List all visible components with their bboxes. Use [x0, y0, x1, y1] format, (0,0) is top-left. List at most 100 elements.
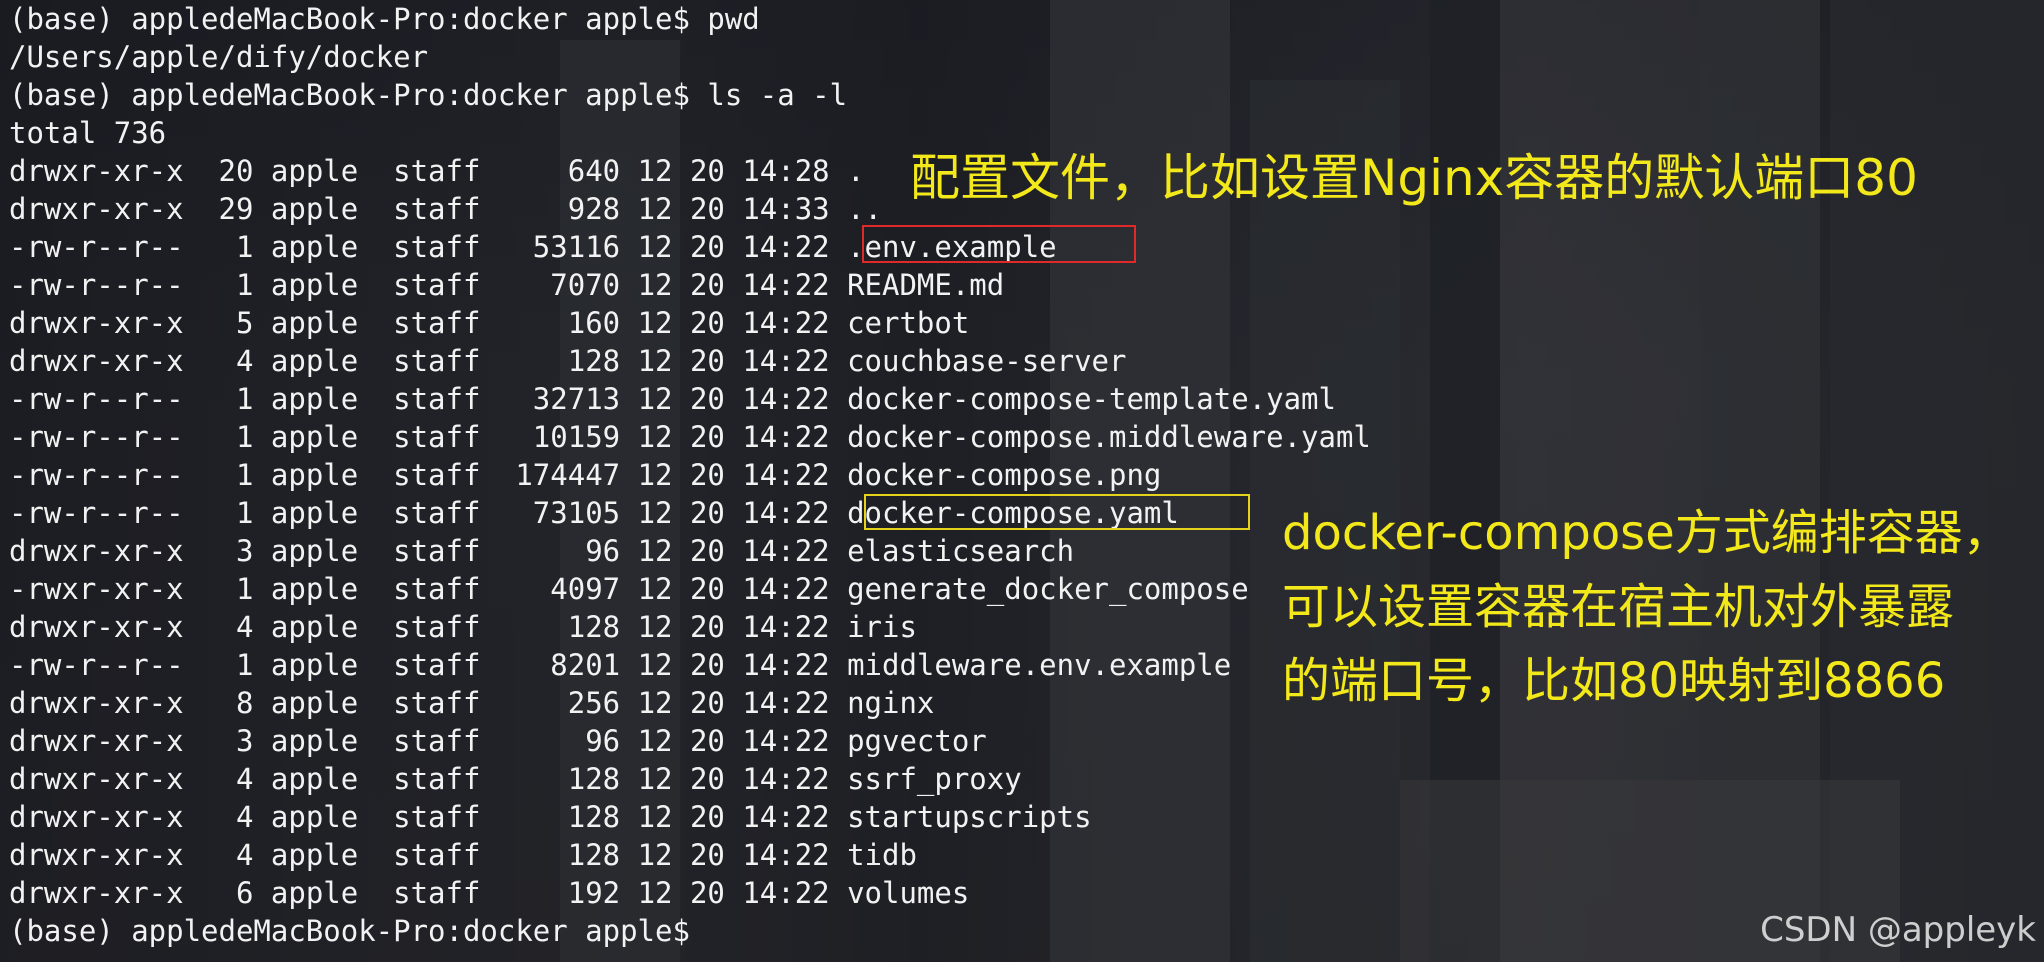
file-size: 7070	[497, 268, 638, 302]
file-owner: apple	[270, 154, 394, 188]
file-modified-date: 12 20 14:22	[637, 724, 848, 758]
file-size: 256	[497, 686, 638, 720]
terminal-output: (base) appledeMacBook-Pro:docker apple$ …	[9, 0, 1371, 950]
file-permissions: drwxr-xr-x	[9, 154, 202, 188]
file-permissions: -rwxr-xr-x	[9, 572, 202, 606]
file-modified-date: 12 20 14:22	[637, 648, 848, 682]
file-owner: apple	[270, 420, 394, 454]
file-owner: apple	[270, 838, 394, 872]
file-name: pgvector	[847, 724, 987, 758]
file-name: nginx	[847, 686, 935, 720]
file-link-count: 4	[201, 800, 271, 834]
file-size: 53116	[497, 230, 638, 264]
file-group: staff	[393, 648, 498, 682]
file-size: 4097	[497, 572, 638, 606]
file-size: 192	[497, 876, 638, 910]
file-permissions: drwxr-xr-x	[9, 838, 202, 872]
file-link-count: 1	[201, 268, 271, 302]
file-link-count: 1	[201, 496, 271, 530]
file-permissions: drwxr-xr-x	[9, 344, 202, 378]
docker-compose-annotation: docker-compose方式编排容器， 可以设置容器在宿主机对外暴露 的端口…	[1282, 496, 2011, 718]
file-group: staff	[393, 686, 498, 720]
file-owner: apple	[270, 572, 394, 606]
file-size: 160	[497, 306, 638, 340]
file-row: -rw-r--r-- 1 apple staff 10159 12 20 14:…	[9, 418, 1371, 456]
file-name: tidb	[847, 838, 917, 872]
file-permissions: -rw-r--r--	[9, 268, 202, 302]
file-group: staff	[393, 230, 498, 264]
file-row: -rw-r--r-- 1 apple staff 32713 12 20 14:…	[9, 380, 1371, 418]
file-owner: apple	[270, 496, 394, 530]
file-permissions: drwxr-xr-x	[9, 686, 202, 720]
file-owner: apple	[270, 800, 394, 834]
file-link-count: 1	[201, 458, 271, 492]
file-modified-date: 12 20 14:22	[637, 686, 848, 720]
file-permissions: drwxr-xr-x	[9, 762, 202, 796]
file-group: staff	[393, 268, 498, 302]
file-modified-date: 12 20 14:22	[637, 344, 848, 378]
terminal-command-ls: (base) appledeMacBook-Pro:docker apple$ …	[9, 78, 848, 112]
file-modified-date: 12 20 14:22	[637, 762, 848, 796]
file-group: staff	[393, 762, 498, 796]
env-example-highlight-box	[862, 225, 1136, 263]
file-row: -rw-r--r-- 1 apple staff 7070 12 20 14:2…	[9, 266, 1371, 304]
file-owner: apple	[270, 724, 394, 758]
file-name: README.md	[847, 268, 1005, 302]
file-owner: apple	[270, 306, 394, 340]
file-link-count: 1	[201, 230, 271, 264]
file-modified-date: 12 20 14:22	[637, 838, 848, 872]
file-permissions: drwxr-xr-x	[9, 306, 202, 340]
file-listing: drwxr-xr-x 20 apple staff 640 12 20 14:2…	[9, 152, 1371, 912]
file-permissions: drwxr-xr-x	[9, 610, 202, 644]
file-modified-date: 12 20 14:22	[637, 268, 848, 302]
file-name: iris	[847, 610, 917, 644]
file-link-count: 4	[201, 762, 271, 796]
file-group: staff	[393, 496, 498, 530]
file-link-count: 8	[201, 686, 271, 720]
file-link-count: 3	[201, 534, 271, 568]
file-row: drwxr-xr-x 4 apple staff 128 12 20 14:22…	[9, 760, 1371, 798]
terminal-total: total 736	[9, 116, 167, 150]
file-modified-date: 12 20 14:22	[637, 458, 848, 492]
docker-compose-yaml-highlight-box	[864, 494, 1250, 530]
file-size: 128	[497, 800, 638, 834]
file-group: staff	[393, 534, 498, 568]
file-permissions: drwxr-xr-x	[9, 534, 202, 568]
terminal-prompt: (base) appledeMacBook-Pro:docker apple$	[9, 914, 690, 948]
file-link-count: 4	[201, 344, 271, 378]
file-modified-date: 12 20 14:22	[637, 306, 848, 340]
file-group: staff	[393, 800, 498, 834]
file-size: 928	[497, 192, 638, 226]
file-modified-date: 12 20 14:33	[637, 192, 848, 226]
file-name: elasticsearch	[847, 534, 1075, 568]
terminal-command-pwd: (base) appledeMacBook-Pro:docker apple$ …	[9, 2, 760, 36]
file-group: staff	[393, 192, 498, 226]
file-owner: apple	[270, 876, 394, 910]
compose-annotation-line-1: docker-compose方式编排容器，	[1282, 505, 2011, 561]
file-link-count: 1	[201, 572, 271, 606]
csdn-watermark: CSDN @appleyk	[1760, 910, 2036, 950]
file-owner: apple	[270, 382, 394, 416]
file-size: 96	[497, 724, 638, 758]
file-size: 73105	[497, 496, 638, 530]
file-owner: apple	[270, 534, 394, 568]
file-group: staff	[393, 420, 498, 454]
file-size: 640	[497, 154, 638, 188]
file-row: drwxr-xr-x 5 apple staff 160 12 20 14:22…	[9, 304, 1371, 342]
file-name: ..	[847, 192, 883, 226]
file-permissions: -rw-r--r--	[9, 648, 202, 682]
file-size: 128	[497, 762, 638, 796]
file-row: -rw-r--r-- 1 apple staff 174447 12 20 14…	[9, 456, 1371, 494]
file-group: staff	[393, 572, 498, 606]
file-link-count: 3	[201, 724, 271, 758]
file-size: 128	[497, 838, 638, 872]
file-permissions: drwxr-xr-x	[9, 192, 202, 226]
file-size: 128	[497, 610, 638, 644]
file-name: volumes	[847, 876, 970, 910]
file-row: drwxr-xr-x 4 apple staff 128 12 20 14:22…	[9, 798, 1371, 836]
file-owner: apple	[270, 762, 394, 796]
file-group: staff	[393, 838, 498, 872]
file-owner: apple	[270, 344, 394, 378]
file-name: ssrf_proxy	[847, 762, 1022, 796]
file-modified-date: 12 20 14:28	[637, 154, 848, 188]
